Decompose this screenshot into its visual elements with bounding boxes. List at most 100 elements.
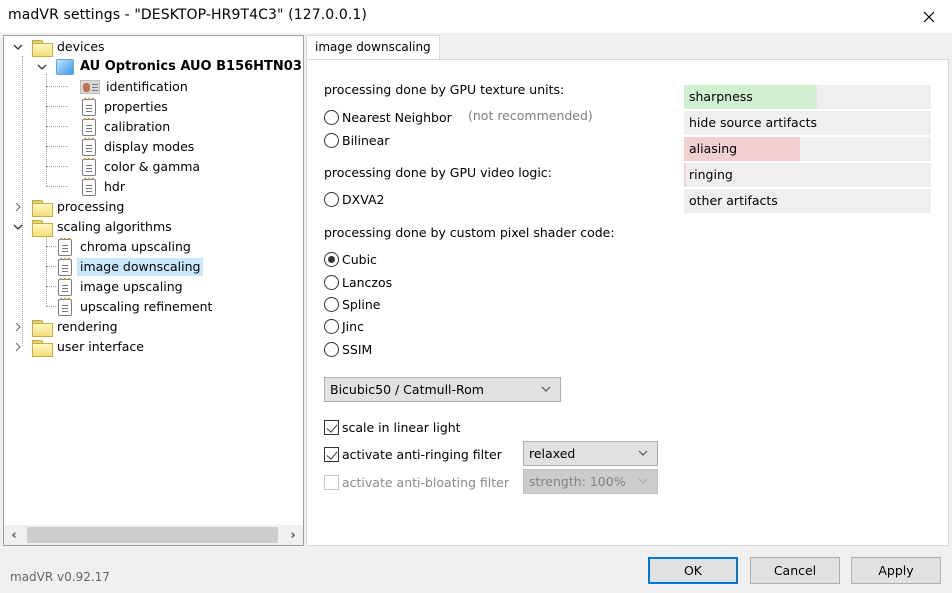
tree-item-upscaling-refinement[interactable]: upscaling refinement <box>56 297 215 317</box>
tab-image-downscaling[interactable]: image downscaling <box>306 35 440 60</box>
tree-item-label: devices <box>57 39 105 54</box>
checkbox-anti-bloating[interactable]: activate anti-bloating filter <box>324 472 509 492</box>
cubic-variant-select[interactable]: Bicubic50 / Catmull-Rom <box>324 377 561 402</box>
radio-label: Nearest Neighbor <box>342 109 452 125</box>
radio-button[interactable] <box>324 296 339 312</box>
version-label: madVR v0.92.17 <box>10 570 110 584</box>
chevron-down-icon[interactable] <box>12 41 24 53</box>
tree-item-rendering[interactable]: rendering <box>32 317 121 337</box>
tree-item-monitor[interactable]: AU Optronics AUO B156HTN03.8 <box>56 57 304 77</box>
ok-button[interactable]: OK <box>648 557 738 584</box>
radio-bilinear[interactable]: Bilinear <box>324 130 389 150</box>
document-icon <box>82 177 96 196</box>
tree-item-chroma-upscaling[interactable]: chroma upscaling <box>56 237 194 257</box>
radio-label: SSIM <box>342 341 373 357</box>
radio-button[interactable] <box>324 341 339 357</box>
checkbox-label: scale in linear light <box>342 419 461 435</box>
radio-cubic[interactable]: Cubic <box>324 249 377 269</box>
bar-fill <box>684 163 686 187</box>
shader-label: processing done by custom pixel shader c… <box>324 225 615 240</box>
bar-label: aliasing <box>689 141 738 156</box>
tree-line <box>46 186 68 187</box>
document-icon <box>58 277 72 296</box>
quality-bars: sharpness hide source artifacts aliasing… <box>684 85 931 215</box>
document-icon <box>58 237 72 256</box>
chevron-right-icon[interactable] <box>12 321 24 333</box>
scrollbar-thumb[interactable] <box>27 527 278 543</box>
tree-item-label: hdr <box>104 179 125 194</box>
radio-label: DXVA2 <box>342 191 385 207</box>
tree-item-label: chroma upscaling <box>80 239 191 254</box>
checkbox[interactable] <box>324 419 339 435</box>
tree-item-image-upscaling[interactable]: image upscaling <box>56 277 186 297</box>
chevron-down-icon[interactable] <box>36 61 48 73</box>
radio-nearest-neighbor[interactable]: Nearest Neighbor <box>324 107 452 127</box>
tree-item-label: AU Optronics AUO B156HTN03.8 <box>80 59 304 74</box>
quality-bar-hide-source-artifacts: hide source artifacts <box>684 111 931 135</box>
tree-line <box>46 286 56 287</box>
tree-item-calibration[interactable]: calibration <box>80 117 173 137</box>
tree-item-display-modes[interactable]: display modes <box>80 137 197 157</box>
close-button[interactable] <box>906 0 952 33</box>
gpu-texture-label: processing done by GPU texture units: <box>324 82 565 97</box>
identification-icon <box>80 80 100 94</box>
radio-button[interactable] <box>324 251 339 267</box>
close-icon <box>923 11 935 22</box>
checkbox[interactable] <box>324 446 339 462</box>
settings-tree[interactable]: devices AU Optronics AUO B156HTN03.8 ide… <box>3 35 304 546</box>
tree-item-label: rendering <box>57 319 118 334</box>
horizontal-scrollbar[interactable]: ‹ › <box>4 525 303 545</box>
apply-button[interactable]: Apply <box>851 557 941 584</box>
radio-ssim[interactable]: SSIM <box>324 339 372 359</box>
tree-line <box>46 246 56 247</box>
document-icon <box>58 297 72 316</box>
tree-line <box>46 106 68 107</box>
tree-item-devices[interactable]: devices <box>32 37 108 57</box>
radio-button[interactable] <box>324 318 339 334</box>
checkbox-label: activate anti-ringing filter <box>342 446 502 462</box>
chevron-right-icon[interactable] <box>12 341 24 353</box>
checkbox-anti-ringing[interactable]: activate anti-ringing filter <box>324 444 502 464</box>
chevron-right-icon[interactable] <box>12 201 24 213</box>
quality-bar-sharpness: sharpness <box>684 85 931 109</box>
radio-button[interactable] <box>324 132 339 148</box>
checkbox-linear-light[interactable]: scale in linear light <box>324 417 461 437</box>
tree-item-hdr[interactable]: hdr <box>80 177 128 197</box>
select-value: strength: 100% <box>529 474 626 489</box>
radio-label: Cubic <box>342 251 377 267</box>
chevron-down-icon <box>541 386 551 392</box>
radio-lanczos[interactable]: Lanczos <box>324 272 392 292</box>
tree-item-color-gamma[interactable]: color & gamma <box>80 157 203 177</box>
tree-item-processing[interactable]: processing <box>32 197 127 217</box>
radio-button[interactable] <box>324 191 339 207</box>
radio-label: Spline <box>342 296 381 312</box>
tree-item-label: calibration <box>104 119 171 134</box>
chevron-down-icon[interactable] <box>12 221 24 233</box>
anti-ringing-select[interactable]: relaxed <box>523 441 658 466</box>
tree-item-image-downscaling[interactable]: image downscaling <box>56 257 204 277</box>
tree-item-user-interface[interactable]: user interface <box>32 337 147 357</box>
tree-item-identification[interactable]: identification <box>80 77 191 97</box>
radio-label: Jinc <box>342 318 364 334</box>
scroll-left-icon[interactable]: ‹ <box>4 525 24 545</box>
radio-button[interactable] <box>324 109 339 125</box>
monitor-icon <box>56 59 74 75</box>
tree-item-label: scaling algorithms <box>57 219 172 234</box>
radio-spline[interactable]: Spline <box>324 294 380 314</box>
anti-bloating-select[interactable]: strength: 100% <box>523 469 658 494</box>
chevron-down-icon <box>638 478 648 484</box>
tree-line <box>46 86 68 87</box>
radio-jinc[interactable]: Jinc <box>324 316 364 336</box>
quality-bar-aliasing: aliasing <box>684 137 931 161</box>
tree-item-properties[interactable]: properties <box>80 97 171 117</box>
bar-label: ringing <box>689 167 733 182</box>
radio-button[interactable] <box>324 274 339 290</box>
scroll-right-icon[interactable]: › <box>283 525 303 545</box>
tree-line <box>46 234 47 306</box>
cancel-button[interactable]: Cancel <box>750 557 840 584</box>
checkbox[interactable] <box>324 474 339 490</box>
tree-item-scaling-algorithms[interactable]: scaling algorithms <box>32 217 175 237</box>
tree-line <box>46 126 68 127</box>
radio-dxva2[interactable]: DXVA2 <box>324 189 384 209</box>
quality-bar-other-artifacts: other artifacts <box>684 189 931 213</box>
